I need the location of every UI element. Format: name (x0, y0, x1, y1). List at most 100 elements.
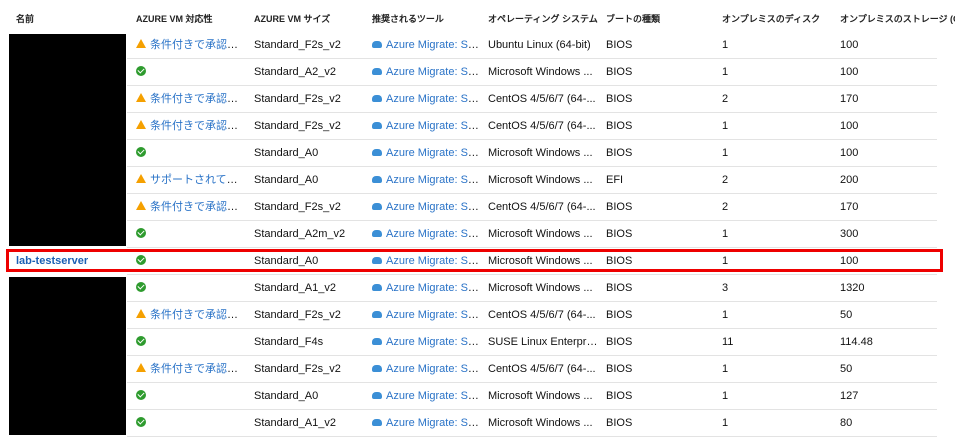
check-icon (136, 336, 146, 347)
storage-cell: 114.48 (840, 336, 873, 348)
warning-icon (136, 309, 146, 319)
compat-status-link[interactable]: サポートされていない... (150, 174, 248, 186)
boot-type-cell: BIOS (606, 336, 633, 348)
warning-icon (136, 201, 146, 211)
tool-cell[interactable]: Azure Migrate: Ser... (372, 275, 482, 302)
boot-type-cell: BIOS (606, 39, 633, 51)
compat-cell[interactable]: 条件付きで承認され... (136, 113, 248, 140)
column-header-tool[interactable]: 推奨されるツール (372, 12, 444, 25)
table-row[interactable]: Standard_A0 Azure Migrate: Ser... Microsof… (0, 383, 955, 410)
column-header-os[interactable]: オペレーティング システム (488, 12, 598, 25)
compat-status-link[interactable]: 条件付きで承認され... (150, 309, 248, 321)
storage-cell: 1320 (840, 282, 865, 294)
tool-link[interactable]: Azure Migrate: Ser... (386, 174, 482, 186)
redaction-block-bottom (9, 277, 126, 435)
migrate-tool-icon (372, 418, 382, 426)
table-row[interactable]: 条件付きで承認され... Standard_F2s_v2 Azure Migrate… (0, 113, 955, 140)
disks-cell: 1 (722, 228, 729, 240)
tool-cell[interactable]: Azure Migrate: Ser... (372, 383, 482, 410)
column-header-size[interactable]: AZURE VM サイズ (254, 12, 330, 25)
table-row[interactable]: 条件付きで承認され... Standard_F2s_v2 Azure Migrate… (0, 194, 955, 221)
compat-status-link[interactable]: 条件付きで承認され... (150, 39, 248, 51)
tool-cell[interactable]: Azure Migrate: Ser... (372, 302, 482, 329)
table-row[interactable]: Standard_A2m_v2 Azure Migrate: Ser... Micr… (0, 221, 955, 248)
tool-link[interactable]: Azure Migrate: Ser... (386, 93, 482, 105)
disks-cell: 2 (722, 201, 729, 213)
os-cell: Microsoft Windows ... (488, 228, 593, 240)
tool-link[interactable]: Azure Migrate: Ser... (386, 201, 482, 213)
tool-link[interactable]: Azure Migrate: Ser... (386, 228, 482, 240)
boot-type-cell: BIOS (606, 120, 633, 132)
column-header-disks[interactable]: オンプレミスのディスク (722, 12, 820, 25)
compat-cell (136, 410, 248, 437)
compat-status-link[interactable]: 条件付きで承認され... (150, 120, 248, 132)
warning-icon (136, 39, 146, 49)
tool-link[interactable]: Azure Migrate: Ser... (386, 66, 482, 78)
tool-cell[interactable]: Azure Migrate: Ser... (372, 140, 482, 167)
tool-cell[interactable]: Azure Migrate: Ser... (372, 329, 482, 356)
boot-type-cell: BIOS (606, 363, 633, 375)
column-header-boot[interactable]: ブートの種類 (606, 12, 660, 25)
os-cell: Microsoft Windows ... (488, 282, 593, 294)
disks-cell: 2 (722, 93, 729, 105)
table-row[interactable]: 条件付きで承認され... Standard_F2s_v2 Azure Migrate… (0, 356, 955, 383)
compat-status-link[interactable]: 条件付きで承認され... (150, 93, 248, 105)
tool-cell[interactable]: Azure Migrate: Ser... (372, 113, 482, 140)
tool-cell[interactable]: Azure Migrate: Ser... (372, 32, 482, 59)
compat-cell[interactable]: 条件付きで承認され... (136, 356, 248, 383)
boot-type-cell: BIOS (606, 228, 633, 240)
column-header-name[interactable]: 名前 (16, 12, 34, 25)
warning-icon (136, 363, 146, 373)
tool-cell[interactable]: Azure Migrate: Ser... (372, 59, 482, 86)
tool-cell[interactable]: Azure Migrate: Ser... (372, 410, 482, 437)
tool-cell[interactable]: Azure Migrate: Ser... (372, 194, 482, 221)
compat-cell[interactable]: 条件付きで承認され... (136, 32, 248, 59)
vm-size-cell: Standard_A0 (254, 147, 319, 159)
compat-cell (136, 275, 248, 302)
warning-icon (136, 93, 146, 103)
table-row[interactable]: Standard_A1_v2 Azure Migrate: Ser... Micro… (0, 275, 955, 302)
compat-status-link[interactable]: 条件付きで承認され... (150, 201, 248, 213)
tool-cell[interactable]: Azure Migrate: Ser... (372, 167, 482, 194)
table-row[interactable]: 条件付きで承認され... Standard_F2s_v2 Azure Migrate… (0, 32, 955, 59)
tool-link[interactable]: Azure Migrate: Ser... (386, 147, 482, 159)
boot-type-cell: BIOS (606, 201, 633, 213)
vm-size-cell: Standard_F4s (254, 336, 324, 348)
table-row[interactable]: Standard_A2_v2 Azure Migrate: Ser... Micro… (0, 59, 955, 86)
table-row[interactable]: 条件付きで承認され... Standard_F2s_v2 Azure Migrate… (0, 86, 955, 113)
tool-link[interactable]: Azure Migrate: Ser... (386, 363, 482, 375)
os-cell: SUSE Linux Enterpris... (488, 336, 598, 348)
table-row[interactable]: Standard_A1_v2 Azure Migrate: Ser... Micro… (0, 410, 955, 437)
tool-link[interactable]: Azure Migrate: Ser... (386, 336, 482, 348)
tool-link[interactable]: Azure Migrate: Ser... (386, 282, 482, 294)
storage-cell: 170 (840, 93, 859, 105)
tool-link[interactable]: Azure Migrate: Ser... (386, 309, 482, 321)
migrate-tool-icon (372, 337, 382, 345)
vm-size-cell: Standard_F2s_v2 (254, 201, 341, 213)
highlight-box (6, 249, 943, 272)
column-header-compat[interactable]: AZURE VM 対応性 (136, 12, 213, 25)
tool-link[interactable]: Azure Migrate: Ser... (386, 120, 482, 132)
os-cell: Microsoft Windows ... (488, 147, 593, 159)
compat-cell[interactable]: 条件付きで承認され... (136, 194, 248, 221)
table-row[interactable]: サポートされていない... Standard_A0 Azure Migrate: S… (0, 167, 955, 194)
boot-type-cell: BIOS (606, 66, 633, 78)
compat-cell[interactable]: 条件付きで承認され... (136, 302, 248, 329)
storage-cell: 200 (840, 174, 859, 186)
storage-cell: 170 (840, 201, 859, 213)
compat-cell[interactable]: 条件付きで承認され... (136, 86, 248, 113)
compat-cell[interactable]: サポートされていない... (136, 167, 248, 194)
tool-link[interactable]: Azure Migrate: Ser... (386, 39, 482, 51)
table-row[interactable]: 条件付きで承認され... Standard_F2s_v2 Azure Migrate… (0, 302, 955, 329)
compat-status-link[interactable]: 条件付きで承認され... (150, 363, 248, 375)
table-row[interactable]: Standard_F4s Azure Migrate: Ser... SUSE Li… (0, 329, 955, 356)
column-header-storage[interactable]: オンプレミスのストレージ (GB) (840, 12, 955, 25)
tool-cell[interactable]: Azure Migrate: Ser... (372, 86, 482, 113)
tool-cell[interactable]: Azure Migrate: Ser... (372, 356, 482, 383)
boot-type-cell: BIOS (606, 417, 633, 429)
table-row[interactable]: Standard_A0 Azure Migrate: Ser... Microsof… (0, 140, 955, 167)
tool-cell[interactable]: Azure Migrate: Ser... (372, 221, 482, 248)
boot-type-cell: BIOS (606, 390, 633, 402)
tool-link[interactable]: Azure Migrate: Ser... (386, 390, 482, 402)
tool-link[interactable]: Azure Migrate: Ser... (386, 417, 482, 429)
